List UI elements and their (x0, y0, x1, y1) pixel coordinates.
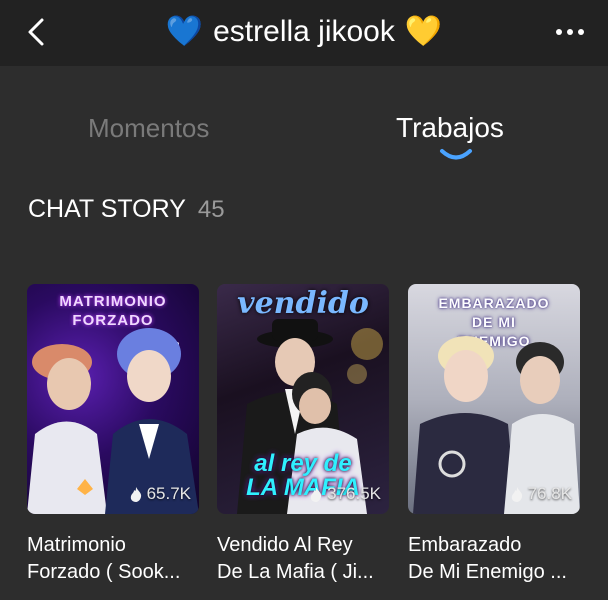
view-count-text: 65.7K (146, 484, 191, 503)
flame-icon (511, 486, 522, 502)
story-title[interactable]: Vendido Al Rey De La Mafia ( Ji... (217, 532, 395, 586)
flame-icon (310, 486, 322, 502)
section-count: 45 (197, 196, 225, 223)
tab-trabajos[interactable]: Trabajos (396, 106, 504, 150)
dot-icon (567, 29, 573, 35)
cover-artwork (413, 336, 580, 514)
view-count: 65.7K (129, 484, 191, 504)
section-header: CHAT STORY 45 (28, 193, 225, 226)
story-title[interactable]: Embarazado De Mi Enemigo ... (408, 532, 586, 586)
story-card[interactable]: vendido al rey de LA MAFIA 376.5K Vendid… (217, 284, 389, 583)
cover-artwork (27, 328, 199, 514)
dot-icon (556, 29, 562, 35)
story-cover-image: MATRIMONIO FORZADO 65.7K (27, 284, 199, 514)
story-card[interactable]: EMBARAZADO DE MI ENEMIGO 76.8K Embarazad… (408, 284, 580, 583)
view-count-text: 376.5K (327, 484, 381, 503)
page-title-text: estrella jikook (213, 15, 395, 48)
view-count: 376.5K (309, 484, 381, 504)
section-title: CHAT STORY (28, 195, 186, 223)
view-count-text: 76.8K (527, 484, 572, 503)
page-title: 💙 estrella jikook 💛 (0, 14, 608, 50)
view-count: 76.8K (510, 484, 572, 504)
story-title[interactable]: Matrimonio Forzado ( Sook... (27, 532, 205, 586)
flame-icon (130, 486, 141, 502)
more-options-button[interactable] (550, 16, 590, 48)
tab-momentos[interactable]: Momentos (88, 106, 209, 150)
dot-icon (578, 29, 584, 35)
top-bar: 💙 estrella jikook 💛 (0, 0, 608, 66)
blue-heart-icon: 💙 (165, 15, 204, 48)
story-cover-image: EMBARAZADO DE MI ENEMIGO 76.8K (408, 284, 580, 514)
story-card[interactable]: MATRIMONIO FORZADO 65.7K Matrimonio Forz… (27, 284, 199, 583)
story-cover-image: vendido al rey de LA MAFIA 376.5K (217, 284, 389, 514)
active-tab-indicator (440, 149, 472, 160)
yellow-heart-icon: 💛 (404, 15, 443, 48)
